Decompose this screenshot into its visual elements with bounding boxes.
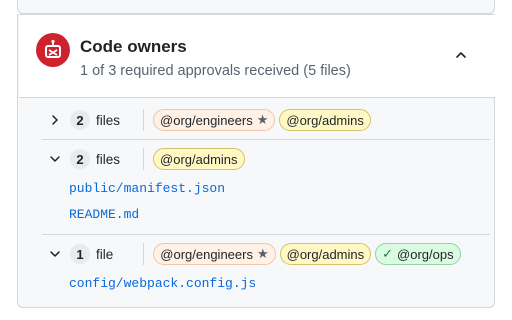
star-icon: ★	[256, 246, 269, 261]
owner-group-row[interactable]: 2 files @org/admins	[42, 148, 474, 170]
star-icon: ★	[256, 112, 269, 127]
group-divider	[42, 234, 490, 235]
section-title: Code owners	[80, 37, 187, 56]
divider	[143, 243, 145, 265]
owner-badge-admins[interactable]: @org/admins	[279, 243, 372, 265]
file-count: 2	[70, 149, 90, 169]
owner-group-row[interactable]: 2 files @org/engineers ★ @org/admins	[42, 109, 474, 131]
owner-badge-engineers[interactable]: @org/engineers ★	[153, 243, 276, 265]
code-owners-header: Code owners 1 of 3 required approvals re…	[19, 14, 495, 98]
collapse-button[interactable]	[449, 43, 473, 67]
owner-badge-ops-approved[interactable]: ✓ @org/ops	[375, 243, 461, 265]
files-label: file	[96, 246, 114, 262]
code-owners-blocked-icon	[36, 33, 70, 67]
chevron-right-icon[interactable]	[48, 113, 62, 127]
divider	[143, 109, 145, 131]
divider	[143, 148, 145, 170]
chevron-down-icon[interactable]	[48, 152, 62, 166]
owner-badge-admins[interactable]: @org/admins	[279, 109, 371, 131]
approval-status-text: 1 of 3 required approvals received (5 fi…	[80, 63, 351, 79]
owner-badge-engineers[interactable]: @org/engineers ★	[153, 109, 276, 131]
files-label: files	[96, 151, 121, 167]
owner-group-row[interactable]: 1 file @org/engineers ★ @org/admins ✓ @org…	[42, 243, 474, 265]
file-link[interactable]: README.md	[69, 207, 139, 222]
files-label: files	[96, 112, 121, 128]
previous-card	[17, 0, 495, 14]
owner-badge-admins[interactable]: @org/admins	[153, 148, 245, 170]
code-owners-panel: Code owners 1 of 3 required approvals re…	[17, 14, 495, 308]
check-icon: ✓	[382, 246, 394, 261]
chevron-down-icon[interactable]	[48, 247, 62, 261]
chevron-up-icon	[456, 52, 466, 58]
file-count: 1	[70, 244, 90, 264]
file-link[interactable]: config/webpack.config.js	[69, 276, 256, 291]
file-count: 2	[70, 110, 90, 130]
group-divider	[42, 139, 490, 140]
file-link[interactable]: public/manifest.json	[69, 181, 225, 196]
